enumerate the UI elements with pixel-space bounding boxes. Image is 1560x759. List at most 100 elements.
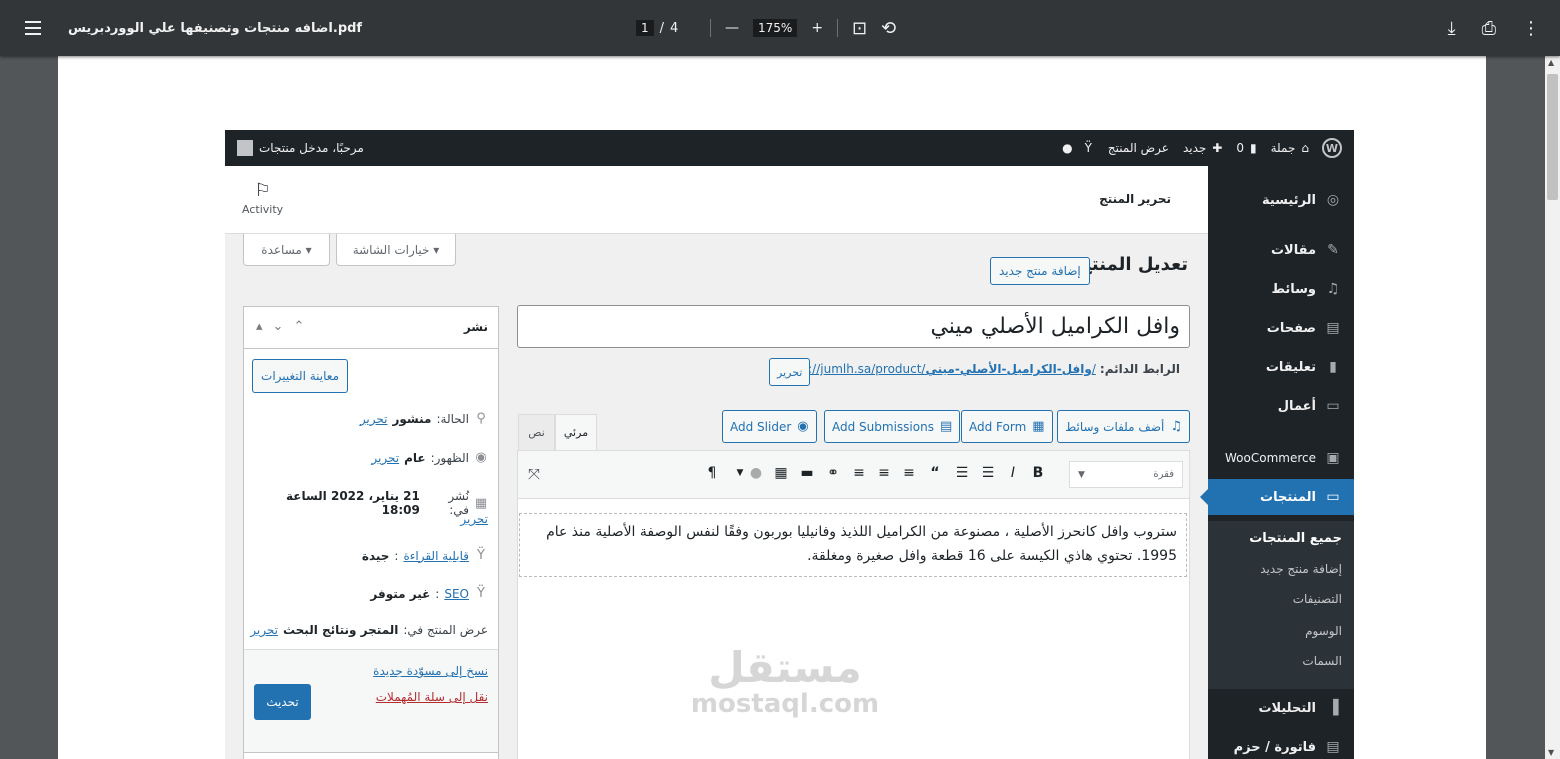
analytics-icon: ▐ xyxy=(1327,700,1339,716)
seo-link[interactable]: SEO xyxy=(444,587,469,601)
product-description[interactable]: ستروب وافل كانحرز الأصلية ، مصنوعة من ال… xyxy=(519,513,1187,577)
header-strip: ⚐ Activity تحرير المنتج xyxy=(225,166,1208,234)
screen-options-tab[interactable]: خيارات الشاشة ▾ xyxy=(336,234,456,266)
sidebar-item-portfolio[interactable]: ▭ أعمال xyxy=(1208,388,1354,424)
sidebar-item-pages[interactable]: ▤ صفحات xyxy=(1208,310,1354,346)
woo-icon: ▣ xyxy=(1326,450,1340,466)
zoom-input[interactable]: 175% xyxy=(753,19,798,37)
seo-row: Ÿ SEO: غير متوفر xyxy=(370,586,488,601)
blockquote-icon[interactable]: “ xyxy=(927,465,943,481)
user-greeting[interactable]: مرحبًا، مدخل منتجات xyxy=(259,141,364,155)
page-number-input[interactable]: 1 xyxy=(636,20,654,36)
add-submissions-button[interactable]: Add Submissions ▤ xyxy=(824,410,961,443)
site-name[interactable]: جملة xyxy=(1271,141,1296,155)
readability-link[interactable]: قابلية القراءة xyxy=(403,549,469,563)
preview-changes-button[interactable]: معاينة التغييرات xyxy=(252,359,348,393)
activity-button[interactable]: ⚐ Activity xyxy=(242,180,283,216)
align-left-icon[interactable]: ≡ xyxy=(901,465,917,481)
align-right-icon[interactable]: ≡ xyxy=(851,465,867,481)
submenu-tags[interactable]: الوسوم xyxy=(1305,624,1342,638)
fullscreen-icon[interactable]: ⤧ xyxy=(528,465,540,483)
vertical-scrollbar[interactable]: ▲ ▼ xyxy=(1545,56,1560,759)
italic-icon[interactable]: I xyxy=(1005,465,1021,481)
shortcode-icon[interactable]: ● xyxy=(748,465,764,481)
form-icon: ▦ xyxy=(1032,419,1045,434)
menu-icon[interactable] xyxy=(22,0,46,56)
keyboard-icon[interactable]: ▦ xyxy=(773,465,789,481)
calendar-icon: ▦ xyxy=(474,495,488,511)
add-slider-button[interactable]: Add Slider ◉ xyxy=(722,410,817,443)
update-button[interactable]: تحديث xyxy=(254,684,311,720)
visibility-edit-link[interactable]: تحرير xyxy=(371,451,399,465)
sidebar-item-products[interactable]: ▭ المنتجات xyxy=(1200,479,1354,515)
scroll-down-icon[interactable]: ▼ xyxy=(1548,748,1554,757)
avatar[interactable] xyxy=(237,140,253,156)
chevron-down-icon: ▼ xyxy=(1078,469,1085,480)
bullet-list-icon[interactable]: ☰ xyxy=(980,465,996,481)
sidebar-item-invoices[interactable]: ▤ فاتورة / حزم xyxy=(1208,729,1354,759)
visibility-value: عام xyxy=(404,450,426,465)
move-up-icon[interactable]: ⌃ xyxy=(293,319,304,334)
collapse-icon[interactable]: ▴ xyxy=(256,319,263,334)
toolbar-actions: ⤓ ⎙ ⋮ xyxy=(1448,0,1540,56)
print-icon[interactable]: ⎙ xyxy=(1482,18,1496,39)
published-date: 21 يناير، 2022 الساعة 18:09 xyxy=(285,489,420,517)
copy-to-draft-link[interactable]: نسخ إلى مسوّدة جديدة xyxy=(373,664,488,678)
zoom-controls: — 175% + ⊡ ⟲ xyxy=(710,0,896,56)
new-content-link[interactable]: جديد xyxy=(1183,141,1206,155)
add-form-button[interactable]: Add Form ▦ xyxy=(961,410,1053,443)
submenu-all-products[interactable]: جميع المنتجات xyxy=(1249,531,1342,546)
sidebar-item-analytics[interactable]: ▐ التحليلات xyxy=(1208,690,1354,726)
help-tab[interactable]: مساعدة ▾ xyxy=(243,234,330,266)
submenu-attributes[interactable]: السمات xyxy=(1302,654,1342,668)
document-title: اضافه منتجات وتصنيفها علي الووردبريس.pdf xyxy=(68,20,363,36)
tab-visual[interactable]: مرئي xyxy=(555,414,597,450)
submenu-add-product[interactable]: إضافة منتج جديد xyxy=(1260,562,1342,576)
permalink-slug[interactable]: وافل-الكراميل-الأصلي-ميني xyxy=(925,362,1091,376)
sidebar-item-woocommerce[interactable]: ▣ WooCommerce xyxy=(1208,440,1354,476)
paragraph-rtl-icon[interactable]: ¶ xyxy=(704,465,720,481)
dropdown-icon[interactable]: ▼ xyxy=(732,468,748,478)
format-select[interactable]: فقرة ▼ xyxy=(1069,461,1183,488)
status-row: ⚲ الحالة: منشور تحرير xyxy=(360,411,488,426)
sidebar-item-dashboard[interactable]: ◎ الرئيسية xyxy=(1208,182,1354,218)
scroll-up-icon[interactable]: ▲ xyxy=(1548,58,1554,67)
rotate-icon[interactable]: ⟲ xyxy=(881,18,896,39)
sidebar-item-comments[interactable]: ▮ تعليقات xyxy=(1208,349,1354,385)
sidebar-item-media[interactable]: ♫ وسائط xyxy=(1208,271,1354,307)
more-options-icon[interactable]: ⋮ xyxy=(1522,18,1540,39)
submenu-categories[interactable]: التصنيفات xyxy=(1293,592,1342,606)
move-down-icon[interactable]: ⌄ xyxy=(273,319,284,334)
readability-value: جيدة xyxy=(361,548,390,563)
download-icon[interactable]: ⤓ xyxy=(1448,18,1456,39)
fit-page-icon[interactable]: ⊡ xyxy=(852,18,867,39)
align-center-icon[interactable]: ≡ xyxy=(876,465,892,481)
status-edit-link[interactable]: تحرير xyxy=(360,412,388,426)
numbered-list-icon[interactable]: ☰ xyxy=(954,465,970,481)
pdf-page: W ⌂ جملة ▮ 0 ✚ جديد عرض المنتج Ÿ ● مرحبً… xyxy=(58,56,1486,759)
pin-icon: ✎ xyxy=(1327,242,1339,258)
zoom-in-button[interactable]: + xyxy=(811,20,823,36)
link-icon[interactable]: ⚭ xyxy=(825,465,841,481)
seo-value: غير متوفر xyxy=(370,586,431,601)
home-icon: ⌂ xyxy=(1301,141,1309,155)
yoast-icon[interactable]: Ÿ xyxy=(1085,141,1092,155)
add-media-button[interactable]: أضف ملفات وسائط ♫ xyxy=(1057,410,1190,443)
flag-icon: ⚐ xyxy=(254,180,271,201)
wordpress-logo-icon[interactable]: W xyxy=(1322,138,1342,158)
date-edit-link[interactable]: تحرير xyxy=(460,512,488,526)
view-product-link[interactable]: عرض المنتج xyxy=(1108,141,1169,155)
add-new-product-button[interactable]: إضافة منتج جديد xyxy=(990,257,1090,285)
scroll-thumb[interactable] xyxy=(1547,74,1558,200)
move-to-trash-link[interactable]: نقل إلى سلة المُهملات xyxy=(376,690,488,704)
zoom-out-button[interactable]: — xyxy=(725,20,739,36)
permalink-edit-button[interactable]: تحرير xyxy=(769,358,811,386)
comments-count[interactable]: 0 xyxy=(1236,141,1244,155)
product-title-input[interactable]: وافل الكراميل الأصلي ميني xyxy=(517,305,1190,348)
catalog-edit-link[interactable]: تحرير xyxy=(250,623,278,637)
read-more-icon[interactable]: ▬ xyxy=(799,465,815,481)
tab-text[interactable]: نص xyxy=(518,414,555,450)
published-date-row: ▦ نُشر في: 21 يناير، 2022 الساعة 18:09 xyxy=(244,489,488,517)
sidebar-item-posts[interactable]: ✎ مقالات xyxy=(1208,232,1354,268)
bold-icon[interactable]: B xyxy=(1030,465,1046,481)
